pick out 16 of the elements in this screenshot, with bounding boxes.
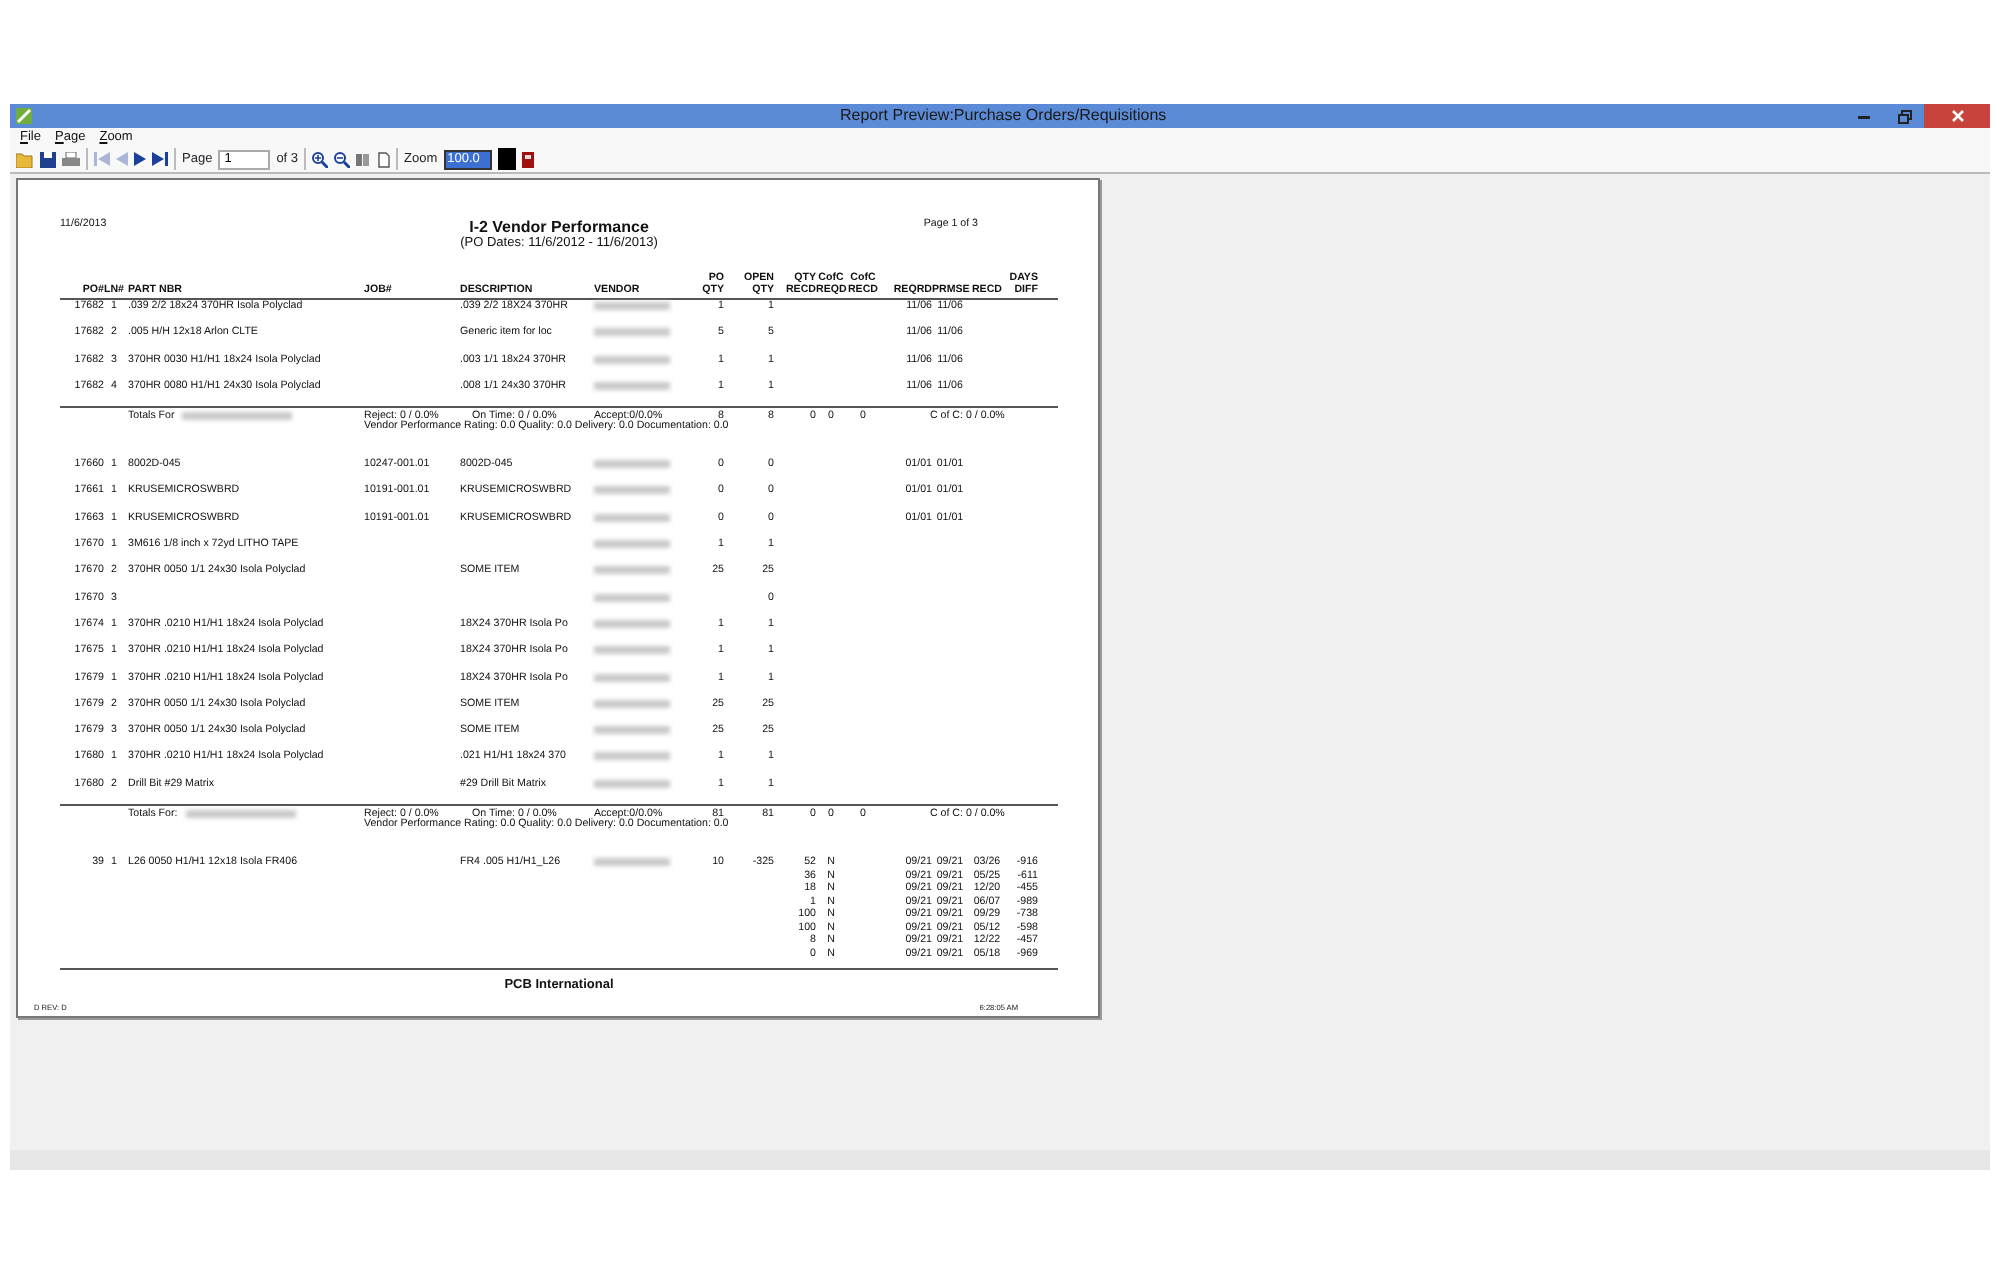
report-title: I-2 Vendor Performance	[467, 218, 651, 236]
app-icon	[14, 106, 34, 126]
close-button[interactable]	[1924, 104, 1990, 128]
zoom-in-icon[interactable]	[312, 151, 329, 167]
zoom-out-icon[interactable]	[334, 151, 351, 167]
minimize-icon	[1858, 112, 1870, 120]
window-title: Report Preview:Purchase Orders/Requisitions	[840, 104, 1167, 128]
last-page-icon[interactable]	[152, 152, 168, 166]
exit-icon[interactable]	[521, 151, 534, 167]
print-icon[interactable]	[62, 151, 80, 167]
save-icon[interactable]	[40, 151, 56, 167]
next-page-icon[interactable]	[134, 152, 146, 166]
color-swatch[interactable]	[497, 148, 516, 170]
page-icon[interactable]	[378, 151, 391, 167]
restore-icon	[1897, 109, 1911, 123]
close-icon	[1951, 110, 1963, 122]
